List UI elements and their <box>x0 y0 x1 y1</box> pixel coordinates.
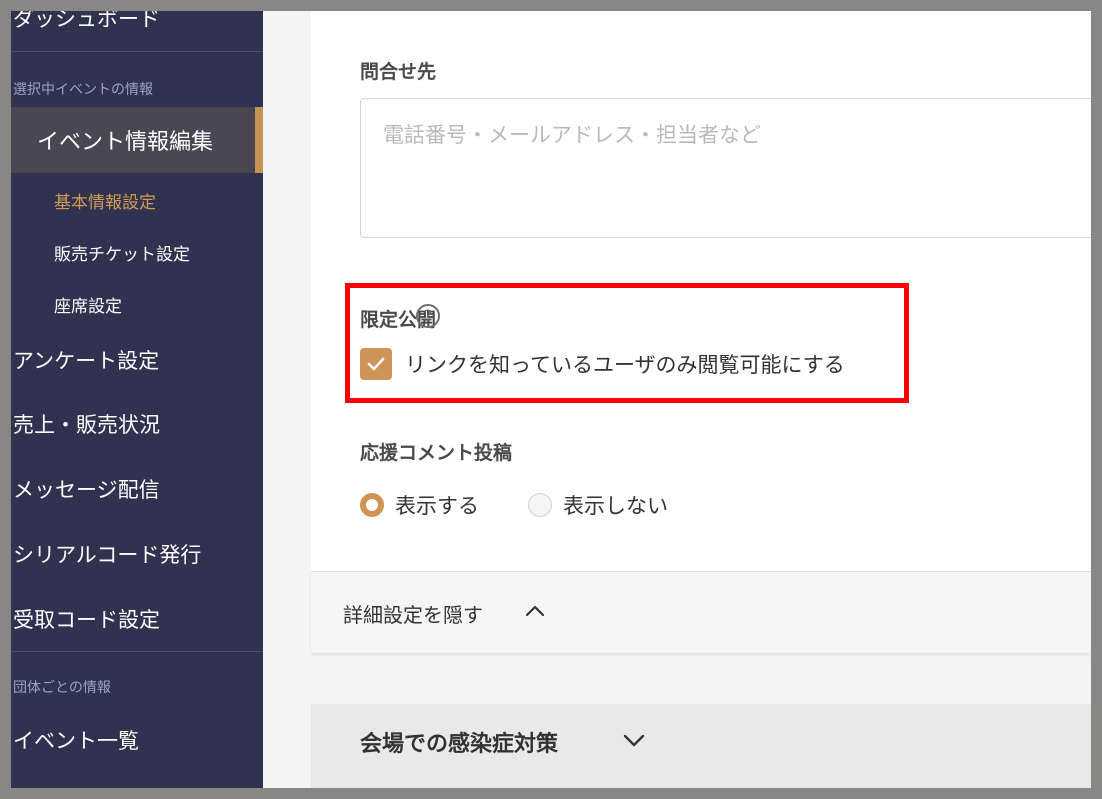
limited-publish-checkbox-label[interactable]: リンクを知っているユーザのみ閲覧可能にする <box>405 349 845 379</box>
sidebar-item-sales[interactable]: 売上・販売状況 <box>11 409 263 439</box>
infection-measures-panel[interactable]: 会場での感染症対策 <box>311 704 1091 788</box>
sidebar-item-message[interactable]: メッセージ配信 <box>11 474 263 504</box>
sidebar-item-event-list[interactable]: イベント一覧 <box>11 725 263 755</box>
sidebar-item-survey[interactable]: アンケート設定 <box>11 345 263 375</box>
limited-publish-checkbox[interactable] <box>360 348 392 380</box>
sidebar-divider <box>11 51 263 52</box>
chevron-down-icon <box>623 734 645 747</box>
sidebar-item-serial-code[interactable]: シリアルコード発行 <box>11 539 263 569</box>
sidebar-subitem-seat[interactable]: 座席設定 <box>11 292 263 317</box>
check-icon <box>367 357 385 371</box>
sidebar-active-indicator <box>255 107 263 173</box>
main-content: 問合せ先 限定公開 ? リンクを知っているユーザのみ閲覧可能にする 応援コメント… <box>263 11 1091 788</box>
sidebar-item-receive-code[interactable]: 受取コード設定 <box>11 604 263 634</box>
sidebar-item-dashboard[interactable]: ダッシュボード <box>11 11 263 33</box>
hide-detail-settings-button[interactable]: 詳細設定を隠す <box>311 571 1091 653</box>
radio-hide-label[interactable]: 表示しない <box>563 490 668 520</box>
contact-input[interactable] <box>360 98 1091 238</box>
hide-detail-settings-label: 詳細設定を隠す <box>343 603 483 627</box>
sidebar-item-label: イベント情報編集 <box>37 130 214 155</box>
sidebar: ダッシュボード 選択中イベントの情報 イベント情報編集 基本情報設定 販売チケッ… <box>11 11 263 788</box>
infection-measures-title: 会場での感染症対策 <box>360 732 559 757</box>
app-window: ダッシュボード 選択中イベントの情報 イベント情報編集 基本情報設定 販売チケッ… <box>11 11 1091 788</box>
comment-post-label: 応援コメント投稿 <box>360 442 513 464</box>
chevron-up-icon <box>525 605 545 617</box>
radio-show[interactable] <box>360 493 384 517</box>
help-icon[interactable]: ? <box>416 304 440 328</box>
event-form-card: 問合せ先 限定公開 ? リンクを知っているユーザのみ閲覧可能にする 応援コメント… <box>311 11 1091 571</box>
radio-show-label[interactable]: 表示する <box>395 490 479 520</box>
sidebar-divider <box>11 651 263 652</box>
sidebar-section-group: 団体ごとの情報 <box>13 680 111 696</box>
sidebar-item-event-edit[interactable]: イベント情報編集 <box>11 107 263 173</box>
sidebar-section-event: 選択中イベントの情報 <box>13 82 153 98</box>
radio-hide[interactable] <box>528 493 552 517</box>
sidebar-subitem-ticket[interactable]: 販売チケット設定 <box>11 240 263 265</box>
contact-label: 問合せ先 <box>360 61 437 83</box>
sidebar-subitem-basic-info[interactable]: 基本情報設定 <box>11 188 263 213</box>
